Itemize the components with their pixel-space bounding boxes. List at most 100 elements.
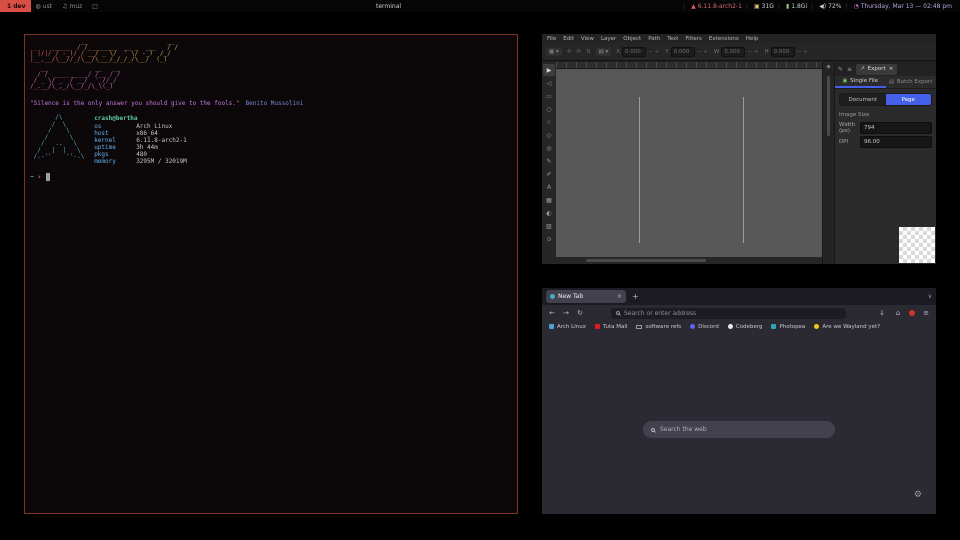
- dpi-input[interactable]: 96.00: [860, 136, 932, 148]
- browser-tab[interactable]: New Tab ×: [546, 290, 626, 303]
- menu-button[interactable]: ≡: [921, 309, 931, 317]
- back-button[interactable]: ←: [547, 309, 557, 317]
- bookmark-item[interactable]: Codeberg: [728, 324, 763, 330]
- reload-button[interactable]: ↻: [575, 309, 585, 317]
- menu-item[interactable]: Text: [667, 36, 678, 42]
- tool-icon[interactable]: ▦: [543, 194, 555, 206]
- export-area-button[interactable]: Document: [840, 94, 886, 105]
- fetch-row: pkgs 480: [94, 151, 187, 158]
- export-tab-close-icon[interactable]: ×: [889, 66, 894, 72]
- spin-value[interactable]: 0.000: [671, 47, 695, 57]
- menu-item[interactable]: Help: [746, 36, 759, 42]
- extension-icon[interactable]: [909, 310, 915, 316]
- export-mode-label: Single File: [850, 78, 878, 84]
- browser-window[interactable]: New Tab × + ∨ ← → ↻ Search or enter addr…: [542, 288, 936, 514]
- tool-icon[interactable]: ✎: [543, 155, 555, 167]
- tool-icon[interactable]: ⊙: [543, 233, 555, 245]
- export-panel-tab[interactable]: ↗ Export ×: [856, 64, 897, 75]
- spin-plus[interactable]: +: [803, 49, 808, 55]
- tool-icon[interactable]: ▨: [543, 220, 555, 232]
- menu-item[interactable]: Filters: [685, 36, 702, 42]
- browser-tab-bar: New Tab × + ∨: [542, 288, 936, 305]
- fetch-label: host: [94, 130, 136, 137]
- workspace-tag[interactable]: ♫ muz: [57, 0, 87, 12]
- page-settings-gear-icon[interactable]: ⚙: [914, 490, 922, 500]
- bookmark-item[interactable]: Discord: [690, 324, 719, 330]
- tool-icon[interactable]: ◁: [543, 77, 555, 89]
- workspace-tag[interactable]: □: [87, 0, 105, 12]
- spin-minus[interactable]: −: [747, 49, 752, 55]
- url-bar[interactable]: Search or enter address: [611, 308, 846, 319]
- tool-icon[interactable]: ◐: [543, 207, 555, 219]
- tool-icon[interactable]: ▭: [543, 90, 555, 102]
- rotate-cw-icon[interactable]: ⟳: [576, 49, 581, 55]
- list-tabs-chevron-icon[interactable]: ∨: [928, 293, 932, 300]
- bookmark-item[interactable]: Tuta Mail: [595, 324, 627, 330]
- tool-icon[interactable]: ◎: [543, 142, 555, 154]
- workspace-tag[interactable]: 1 dev: [0, 0, 31, 12]
- spin-minus[interactable]: −: [648, 49, 653, 55]
- layers-panel-icon[interactable]: ≡: [847, 66, 852, 73]
- tab-favicon: [550, 294, 555, 299]
- flip-icon[interactable]: ⇅: [586, 49, 591, 55]
- forward-button[interactable]: →: [561, 309, 571, 317]
- export-mode-tab[interactable]: ▣ Single File: [835, 76, 886, 88]
- coordinate-spinbox[interactable]: Y 0.000 − +: [665, 47, 708, 57]
- spin-plus[interactable]: +: [754, 49, 759, 55]
- menu-item[interactable]: Extensions: [709, 36, 739, 42]
- tool-icon[interactable]: ☆: [543, 116, 555, 128]
- bookmark-item[interactable]: Are we Wayland yet?: [814, 324, 880, 330]
- export-mode-tab[interactable]: ▤ Batch Export: [886, 76, 937, 88]
- inkscape-canvas[interactable]: [556, 69, 822, 257]
- tool-icon[interactable]: ✐: [543, 168, 555, 180]
- vertical-scrollbar[interactable]: [827, 76, 830, 136]
- rotate-ccw-icon[interactable]: ⟲: [567, 49, 572, 55]
- width-input[interactable]: 794: [860, 122, 932, 134]
- shell-prompt[interactable]: ~ ›: [30, 173, 512, 181]
- coordinate-spinbox[interactable]: H 0.000 − +: [765, 47, 808, 57]
- spin-plus[interactable]: +: [655, 49, 660, 55]
- tool-icon[interactable]: ◇: [543, 129, 555, 141]
- menu-item[interactable]: Layer: [601, 36, 616, 42]
- web-search-box[interactable]: Search the web: [643, 421, 835, 438]
- new-tab-button[interactable]: +: [632, 292, 639, 301]
- snap-icon[interactable]: ◆: [826, 64, 830, 70]
- inkscape-window[interactable]: File Edit View Layer Object Path Text Filters Ex…: [542, 34, 936, 264]
- bookmark-favicon: [595, 324, 600, 329]
- export-mode-label: Batch Export: [897, 79, 933, 85]
- workspace-tag[interactable]: ◍ ust: [31, 0, 58, 12]
- horizontal-scrollbar[interactable]: [556, 257, 822, 264]
- bookmark-item[interactable]: software refs: [636, 324, 681, 330]
- status-text: 31G: [762, 3, 774, 10]
- menu-item[interactable]: Object: [623, 36, 641, 42]
- spin-value[interactable]: 0.000: [771, 47, 795, 57]
- tool-icon[interactable]: A: [543, 181, 555, 193]
- bookmark-item[interactable]: Photopea: [771, 324, 805, 330]
- spin-minus[interactable]: −: [697, 49, 702, 55]
- spin-plus[interactable]: +: [703, 49, 708, 55]
- menu-item[interactable]: Path: [648, 36, 660, 42]
- downloads-button[interactable]: ↓: [877, 309, 887, 317]
- coordinate-spinbox[interactable]: W 0.000 − +: [714, 47, 759, 57]
- bookmark-item[interactable]: Arch Linux: [549, 324, 586, 330]
- menu-item[interactable]: View: [581, 36, 594, 42]
- export-area-button[interactable]: Page: [886, 94, 932, 105]
- menu-item[interactable]: File: [547, 36, 556, 42]
- edit-panel-icon[interactable]: ✎: [838, 66, 843, 73]
- list-dropdown[interactable]: ▤ ▾: [596, 48, 612, 56]
- fetch-value: 3h 44m: [136, 144, 158, 151]
- home-button[interactable]: ⌂: [893, 309, 903, 317]
- coordinate-spinbox[interactable]: X 0.000 − +: [616, 47, 659, 57]
- terminal-window[interactable]: __ __ _ _____ / /________ __ _ ___ / / |…: [24, 34, 518, 514]
- menu-item[interactable]: Edit: [563, 36, 574, 42]
- export-mode-tabs: ▣ Single File ▤ Batch Export: [835, 76, 936, 89]
- tool-icon[interactable]: ▶: [543, 64, 555, 76]
- spin-value[interactable]: 0.000: [721, 47, 745, 57]
- newtab-page: Search the web ⚙: [542, 332, 936, 514]
- spin-value[interactable]: 0.000: [622, 47, 646, 57]
- tab-close-icon[interactable]: ×: [617, 293, 622, 300]
- selection-dropdown[interactable]: ▦ ▾: [546, 48, 562, 56]
- tool-icon[interactable]: ○: [543, 103, 555, 115]
- quote-author: Benito Mussolini: [246, 100, 304, 107]
- spin-minus[interactable]: −: [797, 49, 802, 55]
